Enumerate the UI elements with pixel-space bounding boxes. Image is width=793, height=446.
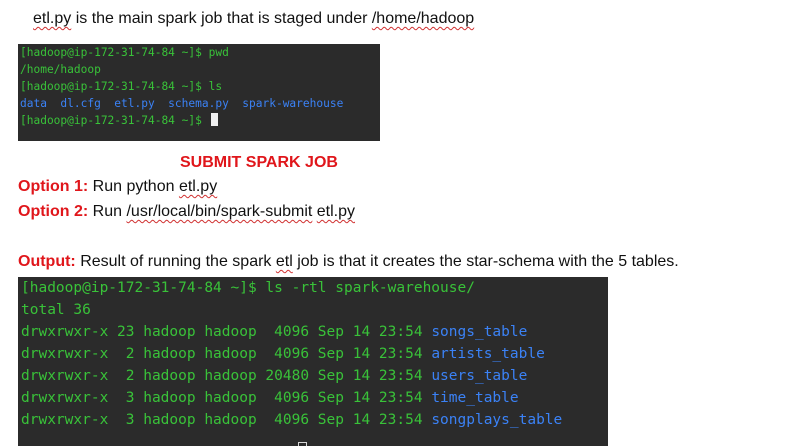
row-meta: drwxrwxr-x 3 hadoop hadoop 4096 Sep 14 2…: [21, 412, 432, 428]
terminal-total: total 36: [21, 302, 91, 318]
terminal-line: [hadoop@ip-172-31-74-84 ~]$ pwd: [20, 46, 229, 59]
option-2-file: etl.py: [316, 203, 356, 220]
intro-text: etl.py is the main spark job that is sta…: [33, 10, 474, 28]
option-1-label: Option 1:: [18, 178, 89, 195]
option-2-text: Option 2: Run /usr/local/bin/spark-submi…: [18, 203, 355, 221]
option-1-pre: Run python: [88, 178, 179, 195]
intro-path: /home/hadoop: [371, 10, 475, 27]
option-1-file: etl.py: [178, 178, 218, 195]
output-text: Output: Result of running the spark etl …: [18, 253, 679, 271]
row-meta: drwxrwxr-x 3 hadoop hadoop 4096 Sep 14 2…: [21, 390, 432, 406]
output-pre: Result of running the spark: [75, 253, 276, 270]
terminal-screenshot-2: [hadoop@ip-172-31-74-84 ~]$ ls -rtl spar…: [18, 277, 608, 446]
table-row: drwxrwxr-x 2 hadoop hadoop 20480 Sep 14 …: [21, 365, 608, 387]
output-label: Output:: [18, 253, 76, 270]
prompt-text: [hadoop@ip-172-31-74-84 ~]$: [20, 114, 209, 127]
terminal-line: [hadoop@ip-172-31-74-84 ~]$ ls: [20, 80, 223, 93]
row-meta: drwxrwxr-x 2 hadoop hadoop 20480 Sep 14 …: [21, 368, 432, 384]
terminal-command: [hadoop@ip-172-31-74-84 ~]$ ls -rtl spar…: [21, 280, 475, 296]
row-dir-name: songs_table: [431, 324, 528, 340]
output-post: job is that it creates the star-schema w…: [292, 253, 679, 270]
intro-rest: is the main spark job that is staged und…: [71, 10, 372, 27]
row-dir-name: users_table: [431, 368, 528, 384]
output-etl: etl: [275, 253, 293, 270]
intro-file: etl.py: [33, 10, 72, 27]
row-meta: drwxrwxr-x 23 hadoop hadoop 4096 Sep 14 …: [21, 324, 432, 340]
option-1-text: Option 1: Run python etl.py: [18, 178, 217, 196]
row-meta: drwxrwxr-x 2 hadoop hadoop 4096 Sep 14 2…: [21, 346, 432, 362]
row-dir-name: songplays_table: [431, 412, 563, 428]
option-2-label: Option 2:: [18, 203, 89, 220]
terminal-line: /home/hadoop: [20, 63, 101, 76]
table-row: drwxrwxr-x 3 hadoop hadoop 4096 Sep 14 2…: [21, 409, 608, 431]
ls-output-directory: spark-warehouse: [242, 97, 344, 110]
ls-output: data dl.cfg etl.py schema.py spark-wareh…: [20, 95, 380, 112]
terminal-screenshot-1: [hadoop@ip-172-31-74-84 ~]$ pwd/home/had…: [18, 44, 380, 141]
terminal-prompt: [hadoop@ip-172-31-74-84 ~]$: [20, 112, 380, 129]
row-dir-name: artists_table: [431, 346, 545, 362]
submit-heading: SUBMIT SPARK JOB: [180, 154, 338, 171]
table-row: drwxrwxr-x 2 hadoop hadoop 4096 Sep 14 2…: [21, 343, 608, 365]
cursor-icon: [298, 442, 307, 446]
table-row: drwxrwxr-x 23 hadoop hadoop 4096 Sep 14 …: [21, 321, 608, 343]
row-dir-name: time_table: [431, 390, 519, 406]
ls-output-plain: data dl.cfg etl.py schema.py: [20, 97, 243, 110]
table-row: drwxrwxr-x 3 hadoop hadoop 4096 Sep 14 2…: [21, 387, 608, 409]
option-2-pre: Run: [88, 203, 127, 220]
cursor-icon: [210, 113, 218, 126]
option-2-command: /usr/local/bin/spark-submit: [126, 203, 313, 220]
